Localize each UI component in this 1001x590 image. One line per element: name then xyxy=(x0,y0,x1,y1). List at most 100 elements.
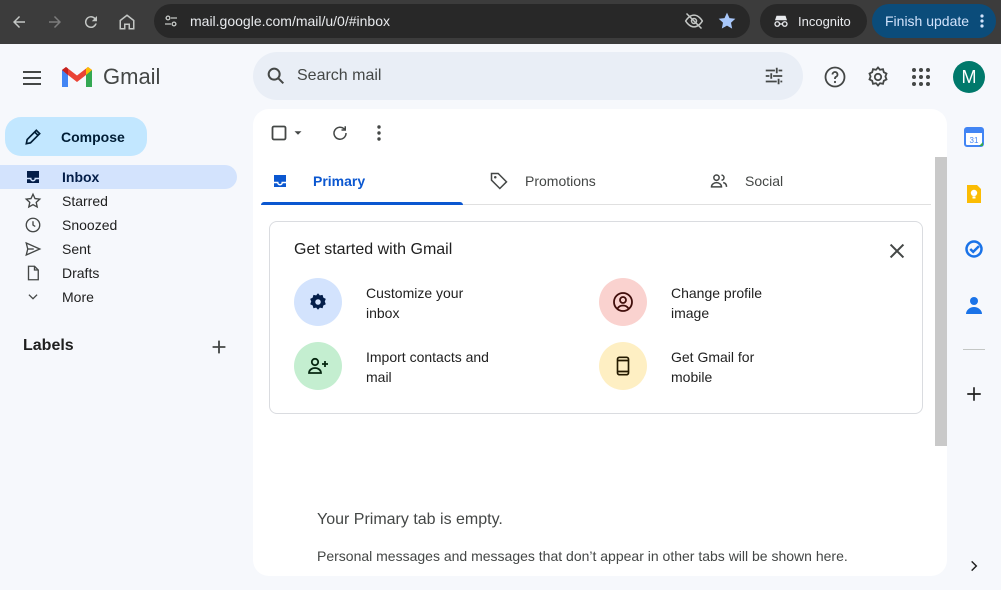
plus-icon xyxy=(967,387,981,401)
sidebar-item-label: More xyxy=(62,289,94,305)
search-input[interactable] xyxy=(297,65,737,87)
account-circle-icon xyxy=(613,292,633,312)
sidebar-item-drafts[interactable]: Drafts xyxy=(0,261,237,285)
sidebar-item-label: Sent xyxy=(62,241,91,257)
scrollbar[interactable] xyxy=(935,157,947,446)
sidebar-item-label: Snoozed xyxy=(62,217,118,233)
send-icon xyxy=(24,240,42,258)
reload-button[interactable] xyxy=(78,9,104,35)
customize-inbox-label[interactable]: Customize your inbox xyxy=(366,283,496,323)
keep-app-button[interactable] xyxy=(963,183,985,205)
get-addons-button[interactable] xyxy=(963,383,985,405)
get-gmail-mobile-button[interactable] xyxy=(599,342,647,390)
tasks-icon xyxy=(965,240,983,258)
forward-button[interactable] xyxy=(42,9,68,35)
app-name[interactable]: Gmail xyxy=(103,64,160,90)
sidebar-item-more[interactable]: More xyxy=(0,285,237,309)
finish-update-button[interactable]: Finish update xyxy=(872,4,996,38)
tab-label: Promotions xyxy=(525,173,596,189)
checkbox-icon xyxy=(271,125,287,141)
import-contacts-button[interactable] xyxy=(294,342,342,390)
clock-icon xyxy=(24,216,42,234)
kebab-menu-icon xyxy=(980,14,984,28)
customize-inbox-button[interactable] xyxy=(294,278,342,326)
keep-bulb-icon xyxy=(967,185,981,203)
contacts-app-button[interactable] xyxy=(963,294,985,316)
change-profile-image-label[interactable]: Change profile image xyxy=(671,283,781,323)
rail-divider xyxy=(963,349,985,350)
star-bookmark-icon[interactable] xyxy=(717,11,737,31)
back-button[interactable] xyxy=(6,9,32,35)
close-icon[interactable] xyxy=(886,240,908,262)
address-bar[interactable]: mail.google.com/mail/u/0/#inbox xyxy=(154,4,750,38)
tag-icon xyxy=(490,172,508,190)
apps-grid-icon[interactable] xyxy=(909,65,933,89)
incognito-label: Incognito xyxy=(798,13,851,29)
help-icon[interactable] xyxy=(823,65,847,89)
sidebar-item-inbox[interactable]: Inbox xyxy=(0,165,237,189)
sidebar-item-label: Inbox xyxy=(62,169,100,185)
settings-gear-icon[interactable] xyxy=(866,65,890,89)
search-icon[interactable] xyxy=(265,65,287,87)
chevron-right-icon xyxy=(971,560,978,572)
pencil-icon xyxy=(25,128,41,145)
tab-promotions[interactable]: Promotions xyxy=(489,157,596,205)
chevron-down-icon xyxy=(24,288,42,306)
mail-list-panel: Primary Promotions Social Get started wi… xyxy=(253,109,947,576)
compose-button[interactable]: Compose xyxy=(5,117,147,156)
gear-icon xyxy=(310,293,326,310)
svg-text:31: 31 xyxy=(970,136,979,145)
tab-label: Social xyxy=(745,173,784,189)
sidebar-item-starred[interactable]: Starred xyxy=(0,189,237,213)
person-add-icon xyxy=(308,357,328,374)
calendar-icon: 31 xyxy=(964,127,984,147)
home-button[interactable] xyxy=(114,9,140,35)
reload-icon xyxy=(84,16,97,29)
get-gmail-mobile-label[interactable]: Get Gmail for mobile xyxy=(671,347,781,387)
active-tab-indicator xyxy=(261,202,463,205)
labels-heading: Labels xyxy=(23,337,74,354)
gmail-logo-icon[interactable] xyxy=(60,64,94,90)
incognito-indicator[interactable]: Incognito xyxy=(760,4,867,38)
inbox-icon xyxy=(274,175,286,187)
site-info-icon[interactable] xyxy=(162,12,180,30)
home-icon xyxy=(119,14,135,30)
arrow-left-icon xyxy=(13,16,25,28)
search-bar[interactable] xyxy=(253,52,803,100)
import-contacts-label[interactable]: Import contacts and mail xyxy=(366,347,496,387)
main-menu-icon[interactable] xyxy=(20,66,44,90)
add-label-icon[interactable] xyxy=(208,336,230,358)
draft-icon xyxy=(24,264,42,282)
avatar[interactable]: M xyxy=(953,61,985,93)
finish-update-label: Finish update xyxy=(885,13,970,29)
get-started-title: Get started with Gmail xyxy=(294,241,453,258)
more-options-icon[interactable] xyxy=(372,123,386,143)
sidebar-item-sent[interactable]: Sent xyxy=(0,237,237,261)
star-icon xyxy=(24,192,42,210)
phone-icon xyxy=(616,356,630,376)
get-started-card: Get started with Gmail Customize your in… xyxy=(269,221,923,414)
people-icon xyxy=(710,174,728,188)
change-profile-image-button[interactable] xyxy=(599,278,647,326)
select-all-checkbox[interactable] xyxy=(271,123,305,143)
search-options-icon[interactable] xyxy=(763,65,785,87)
tab-primary[interactable]: Primary xyxy=(271,157,365,205)
sidebar-item-snoozed[interactable]: Snoozed xyxy=(0,213,237,237)
refresh-icon[interactable] xyxy=(331,123,349,143)
tab-social[interactable]: Social xyxy=(709,157,783,205)
empty-state-subtitle: Personal messages and messages that don’… xyxy=(317,548,848,564)
caret-down-icon xyxy=(294,131,302,135)
eye-off-icon[interactable] xyxy=(684,11,704,31)
show-side-panel-button[interactable] xyxy=(963,555,985,577)
inbox-icon xyxy=(24,168,42,186)
calendar-app-button[interactable]: 31 xyxy=(963,126,985,148)
incognito-icon xyxy=(774,15,788,27)
url-text[interactable]: mail.google.com/mail/u/0/#inbox xyxy=(190,13,390,29)
tab-label: Primary xyxy=(313,173,366,189)
tasks-app-button[interactable] xyxy=(963,238,985,260)
empty-state-title: Your Primary tab is empty. xyxy=(317,511,503,528)
sidebar-item-label: Drafts xyxy=(62,265,100,281)
browser-toolbar: mail.google.com/mail/u/0/#inbox Incognit… xyxy=(0,0,1001,44)
arrow-right-icon xyxy=(49,16,61,28)
contacts-person-icon xyxy=(966,297,982,314)
